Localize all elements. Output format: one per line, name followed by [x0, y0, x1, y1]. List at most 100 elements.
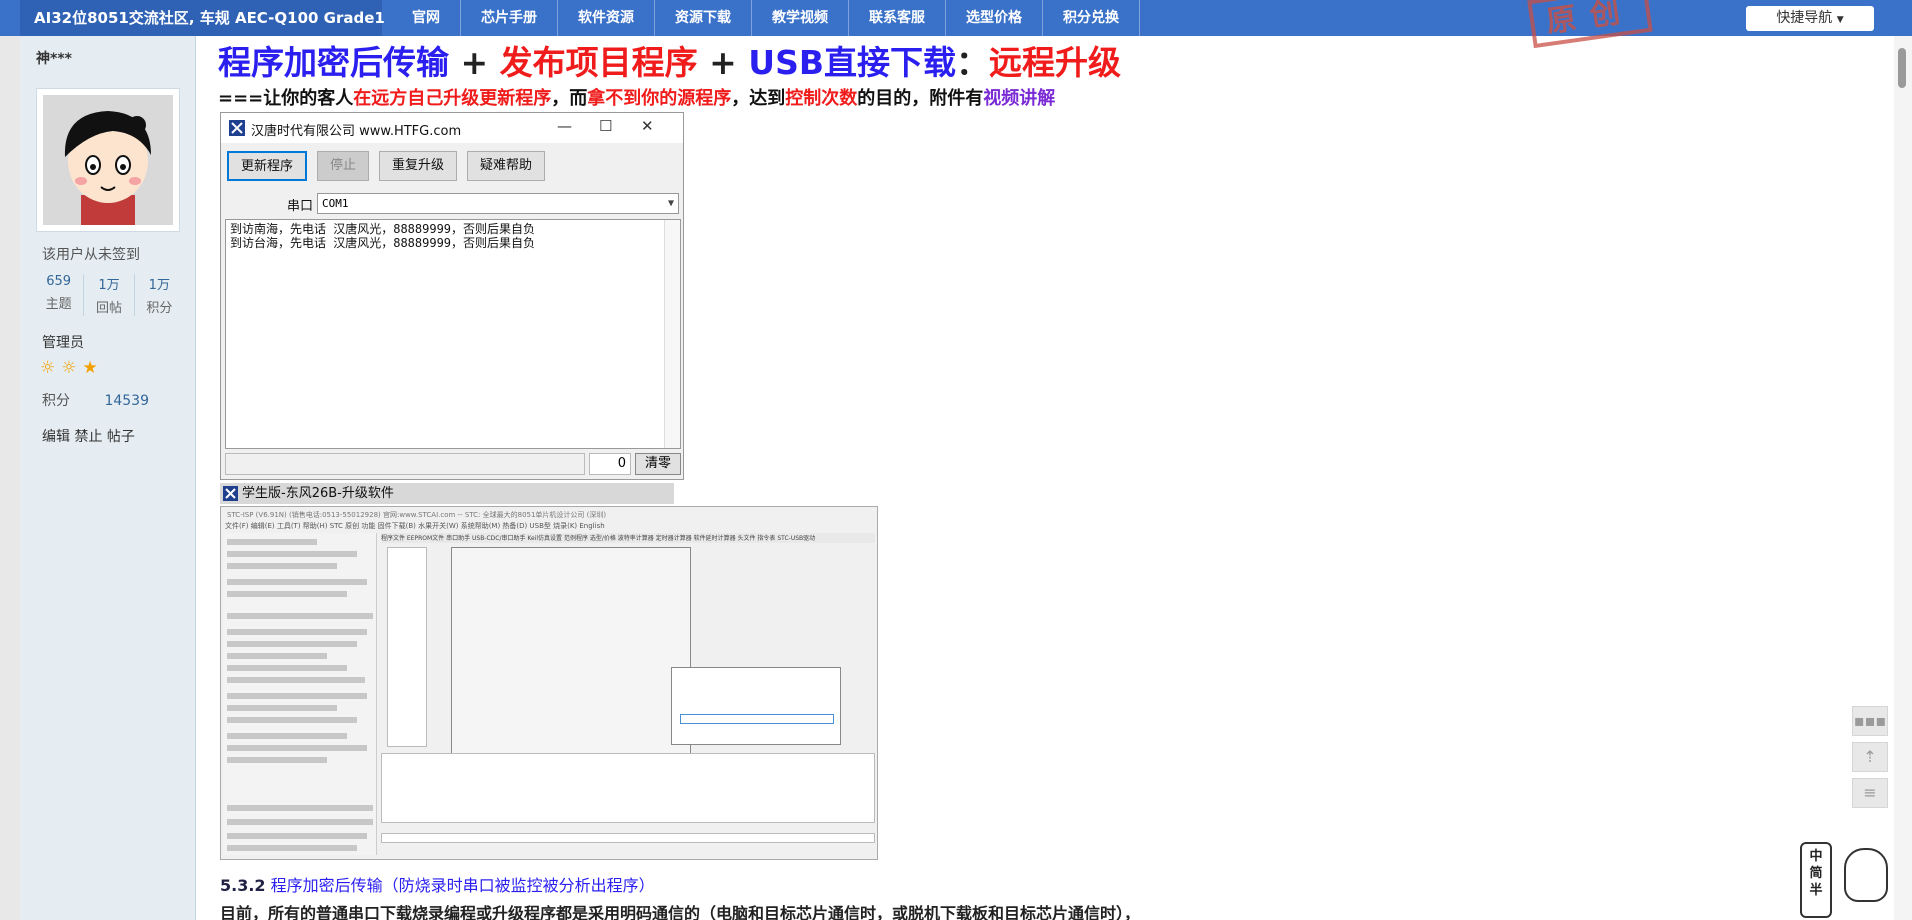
section-number: 5.3.2 [220, 876, 266, 895]
admin-actions[interactable]: 编辑 禁止 帖子 [42, 426, 135, 446]
section-description: 目前，所有的普通串口下载烧录编程或升级程序都是采用明码通信的（电脑和目标芯片通信… [220, 904, 1141, 920]
stc-hex-view [387, 547, 427, 747]
counter-field[interactable]: 0 [589, 453, 631, 475]
update-program-button[interactable]: 更新程序 [227, 151, 308, 181]
section-heading: 5.3.2 程序加密后传输（防烧录时串口被监控被分析出程序） [220, 872, 655, 896]
avatar[interactable] [36, 88, 180, 232]
close-icon[interactable]: ✕ [641, 117, 654, 135]
repeat-upgrade-button[interactable]: 重复升级 [379, 151, 458, 181]
user-role[interactable]: 管理员 [42, 332, 84, 352]
stc-option-row [227, 757, 327, 763]
port-label: 串口 [287, 199, 314, 214]
port-select[interactable]: COM1 ▼ [317, 193, 679, 214]
mascot-char: 半 [1809, 883, 1823, 898]
stc-tabs: 程序文件 EEPROM文件 串口助手 USB-CDC/串口助手 Keil仿真设置… [381, 533, 875, 543]
app-logo-icon [223, 486, 238, 501]
stat-topics[interactable]: 659 主题 [34, 274, 85, 316]
stc-option-row [227, 653, 327, 659]
upgrade-app-window: 汉唐时代有限公司 www.HTFG.com — ☐ ✕ 更新程序 停止 重复升级… [220, 112, 684, 480]
stc-option-row [227, 551, 357, 557]
stc-option-row [227, 693, 367, 699]
avatar-image [43, 95, 173, 225]
headline-part: 发布项目程序 [499, 43, 698, 82]
app-logo-icon [229, 120, 245, 136]
chevron-down-icon: ▼ [1836, 15, 1844, 25]
stc-option-row [227, 819, 373, 825]
post-headline: 程序加密后传输 + 发布项目程序 + USB直接下载：远程升级 [218, 36, 1121, 84]
stc-option-row [227, 717, 357, 723]
nav-chip-manual[interactable]: 芯片手册 [461, 0, 558, 36]
textarea-scrollbar[interactable] [664, 220, 680, 448]
nav-downloads[interactable]: 资源下载 [655, 0, 752, 36]
points-value: 14539 [104, 393, 149, 409]
nav-tutorials[interactable]: 教学视频 [752, 0, 849, 36]
list-icon[interactable]: ≡ [1852, 778, 1888, 808]
user-points: 积分 14539 [42, 390, 149, 410]
stc-option-row [227, 613, 373, 619]
stc-password-input [680, 714, 834, 724]
stc-option-row [227, 665, 347, 671]
stc-file-path [381, 833, 875, 843]
stc-log-output [381, 753, 875, 823]
mascot-char: 简 [1809, 866, 1823, 881]
section-title: 程序加密后传输（防烧录时串口被监控被分析出程序） [265, 876, 655, 895]
subline-part: 拿不到你的源程序 [587, 88, 732, 109]
nav-points[interactable]: 积分兑换 [1043, 0, 1140, 36]
stat-points-label: 积分 [146, 301, 173, 316]
stc-option-row [227, 805, 373, 811]
back-to-top-icon[interactable]: ⇡ [1852, 742, 1888, 772]
nav-official-site[interactable]: 官网 [392, 0, 461, 36]
stc-option-row [227, 641, 357, 647]
stc-option-row [227, 745, 367, 751]
stc-option-row [227, 579, 367, 585]
stc-option-row [227, 677, 365, 683]
chat-icon[interactable]: ▪▪▪ [1852, 706, 1888, 736]
maximize-icon[interactable]: ☐ [599, 117, 612, 135]
post-content: 程序加密后传输 + 发布项目程序 + USB直接下载：远程升级 ===让你的客人… [218, 36, 1878, 920]
video-link[interactable]: 视频讲解 [983, 88, 1055, 109]
stc-option-row [227, 705, 337, 711]
page-scrollbar[interactable] [1894, 36, 1912, 920]
star-icon: ★ [82, 358, 98, 378]
sun-icon: ☼ [61, 358, 77, 378]
signin-status: 该用户从未签到 [42, 247, 140, 263]
stat-replies[interactable]: 1万 回帖 [84, 274, 135, 316]
help-button[interactable]: 疑难帮助 [467, 151, 546, 181]
site-brand[interactable]: AI32位8051交流社区, 车规 AEC-Q100 Grade1 [20, 0, 385, 36]
headline-part: + [697, 43, 749, 82]
scrollbar-thumb[interactable] [1898, 48, 1906, 88]
top-nav-bar: AI32位8051交流社区, 车规 AEC-Q100 Grade1 官网 芯片手… [0, 0, 1912, 49]
stc-menu-bar: 文件(F) 编辑(E) 工具(T) 帮助(H) STC 原创 功能 固件下载(B… [225, 522, 605, 530]
clear-button[interactable]: 清零 [635, 453, 681, 475]
message-textarea[interactable]: 到访南海，先电话 汉唐风光，88889999，否则后果自负 到访台海，先电话 汉… [225, 219, 681, 449]
mascot-char: 中 [1809, 849, 1823, 864]
minimize-icon[interactable]: — [557, 117, 572, 135]
subline-part: 控制次数 [785, 88, 858, 109]
stat-replies-label: 回帖 [95, 301, 122, 316]
quick-nav-label: 快捷导航 [1776, 10, 1833, 26]
stc-window-title: STC-ISP (V6.91N) (销售电话:0513-55012928) 官网… [227, 511, 607, 519]
floating-mascot[interactable]: 中 简 半 [1800, 838, 1896, 920]
stat-points[interactable]: 1万 积分 [135, 274, 184, 316]
stop-button[interactable]: 停止 [317, 151, 370, 181]
window-title: 汉唐时代有限公司 www.HTFG.com [251, 124, 462, 139]
user-rank-stars: ☼ ☼ ★ [40, 358, 98, 378]
subline-part: ，达到 [731, 88, 786, 109]
quick-nav-button[interactable]: 快捷导航 ▼ [1746, 6, 1874, 31]
subline-part: 的目的，附件有 [857, 88, 984, 109]
stc-option-row [227, 539, 317, 545]
stc-option-row [227, 591, 347, 597]
sun-icon: ☼ [40, 358, 56, 378]
nav-support[interactable]: 联系客服 [849, 0, 946, 36]
page-left-edge [0, 36, 20, 920]
headline-part: 远程升级 [989, 43, 1121, 82]
subline-part: ，而 [551, 88, 588, 109]
nav-software[interactable]: 软件资源 [558, 0, 655, 36]
window-titlebar: 汉唐时代有限公司 www.HTFG.com — ☐ ✕ [221, 113, 683, 143]
stat-topics-value: 659 [46, 274, 72, 289]
nav-pricing[interactable]: 选型价格 [946, 0, 1043, 36]
window-button-row: 更新程序 停止 重复升级 疑难帮助 [227, 151, 546, 181]
image-caption: 学生版-东风26B-升级软件 [220, 483, 674, 504]
username[interactable]: 神*** [36, 48, 72, 68]
post-subline: ===让你的客人在远方自己升级更新程序，而拿不到你的源程序，达到控制次数的目的，… [218, 84, 1055, 110]
